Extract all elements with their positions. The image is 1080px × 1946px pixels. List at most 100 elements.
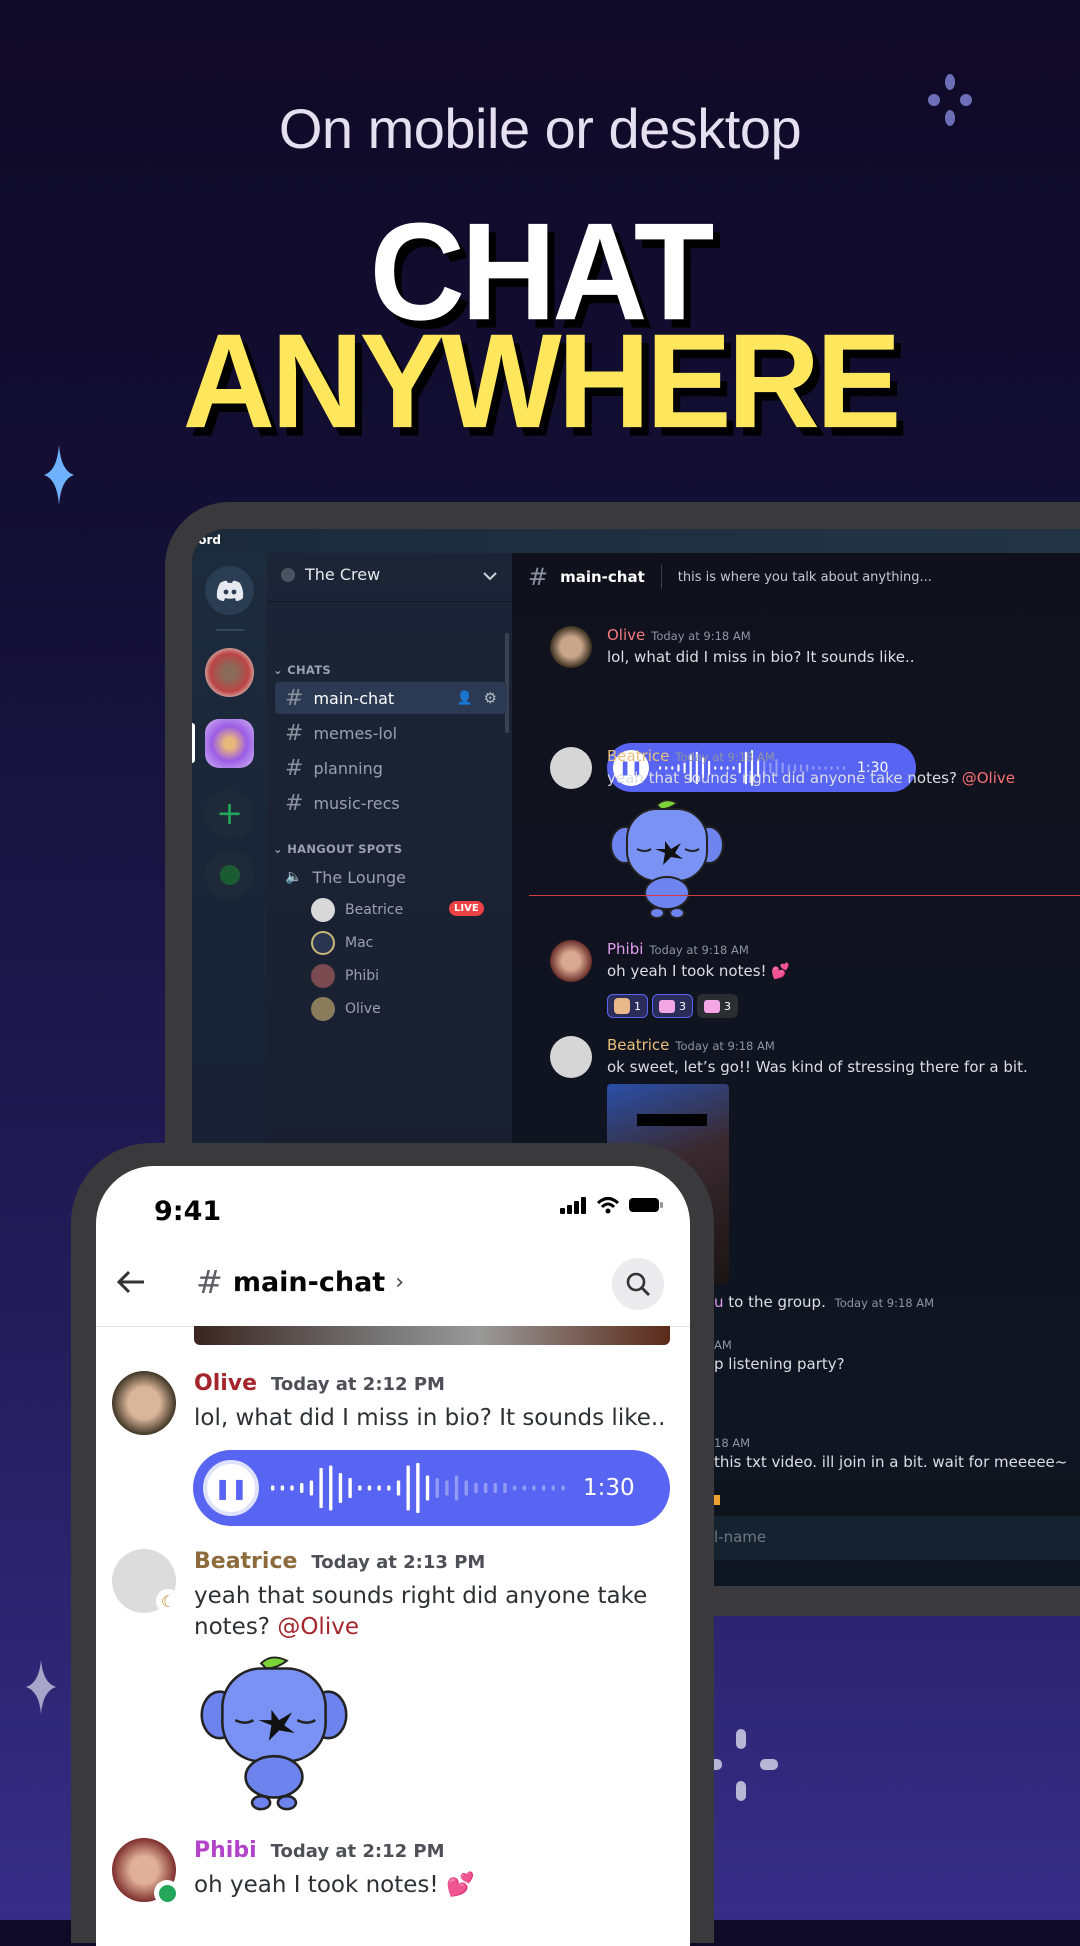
avatar xyxy=(112,1371,176,1435)
channel-planning[interactable]: # planning xyxy=(275,752,507,784)
channel-memes-lol[interactable]: # memes-lol xyxy=(275,717,507,749)
speaker-icon: 🔈 xyxy=(285,869,303,885)
search-button[interactable] xyxy=(612,1258,664,1310)
channel-topic: this is where you talk about anything... xyxy=(677,569,932,585)
channel-name: memes-lol xyxy=(313,723,398,743)
channel-name: planning xyxy=(313,758,383,778)
rail-divider xyxy=(216,629,244,631)
timestamp: Today at 9:18 AM xyxy=(651,629,751,643)
mention[interactable]: @Olive xyxy=(277,1614,359,1640)
waveform-bar xyxy=(309,1480,314,1496)
timestamp: Today at 2:12 PM xyxy=(270,1841,445,1862)
channel-title: main-chat xyxy=(560,568,645,586)
timestamp: 18 AM xyxy=(714,1436,751,1450)
author-name[interactable]: Phibi xyxy=(607,940,643,958)
gear-icon[interactable]: ⚙ xyxy=(484,689,497,707)
discover-button[interactable] xyxy=(205,850,254,899)
waveform[interactable] xyxy=(271,1463,571,1513)
timestamp: Today at 9:18 AM xyxy=(649,943,749,957)
timestamp: AM xyxy=(714,1338,732,1352)
wumpus-sticker xyxy=(200,1656,348,1811)
new-messages-divider xyxy=(529,895,1080,896)
voice-channel-the-lounge[interactable]: 🔈 The Lounge xyxy=(275,861,507,893)
mobile-app: 9:41 # main-chat › Olive Today at 2:12 PM… xyxy=(96,1166,690,1946)
chevron-down-icon[interactable] xyxy=(483,571,497,581)
user-name: Phibi xyxy=(345,968,379,984)
back-arrow-icon[interactable] xyxy=(116,1269,146,1295)
signal-icon xyxy=(560,1197,586,1214)
voice-user[interactable]: Phibi xyxy=(311,964,379,988)
waveform-bar xyxy=(387,1485,391,1491)
server-icon-the-crew[interactable] xyxy=(205,719,254,768)
hearts-emoji: 💕 xyxy=(445,1872,475,1898)
reaction-count: 3 xyxy=(679,999,686,1013)
system-message: u to the group. Today at 9:18 AM xyxy=(714,1293,934,1311)
pink-cat-emoji xyxy=(659,999,675,1013)
server-header[interactable]: The Crew xyxy=(281,565,380,584)
voice-user[interactable]: Beatrice xyxy=(311,898,403,922)
section-label: HANGOUT SPOTS xyxy=(287,842,403,856)
message-text: oh yeah I took notes! xyxy=(607,962,767,980)
waveform-bar xyxy=(329,1465,333,1511)
author-name[interactable]: Beatrice xyxy=(194,1549,297,1574)
message-text: lol, what did I miss in bio? It sounds l… xyxy=(607,648,915,666)
search-icon xyxy=(626,1272,650,1296)
add-server-button[interactable]: + xyxy=(205,790,254,839)
app-title: scord xyxy=(192,533,222,547)
wumpus-sticker xyxy=(610,799,724,919)
reaction[interactable]: 1 xyxy=(607,994,648,1018)
waveform-bar xyxy=(435,1478,439,1498)
channel-main-chat[interactable]: # main-chat 👤 ⚙ xyxy=(275,682,507,714)
reaction[interactable]: 3 xyxy=(697,994,738,1018)
battery-icon xyxy=(629,1198,663,1212)
hearts-emoji: 💕 xyxy=(771,962,790,980)
channel-name: main-chat xyxy=(313,688,395,708)
waveform-bar xyxy=(425,1475,430,1501)
selected-server-indicator xyxy=(192,723,195,763)
wifi-icon xyxy=(596,1197,620,1214)
waveform-bar xyxy=(445,1480,449,1496)
timestamp: Today at 9:18 AM xyxy=(675,1039,775,1053)
invite-icon[interactable]: 👤 xyxy=(457,691,473,706)
waveform-bar xyxy=(503,1483,507,1493)
voice-user[interactable]: Olive xyxy=(311,997,381,1021)
mention[interactable]: @Olive xyxy=(962,769,1015,787)
waveform-bar xyxy=(406,1465,410,1511)
waveform-bar xyxy=(454,1475,459,1501)
status-icons xyxy=(560,1196,664,1214)
channel-title-button[interactable]: # main-chat › xyxy=(196,1263,404,1301)
server-icon[interactable] xyxy=(205,648,254,697)
image-attachment[interactable] xyxy=(194,1326,670,1345)
voice-user[interactable]: Mac xyxy=(311,931,373,955)
reaction-count: 1 xyxy=(634,999,641,1013)
waveform-bar xyxy=(416,1463,420,1513)
waveform-bar xyxy=(358,1485,362,1491)
author-name[interactable]: Phibi xyxy=(194,1838,257,1863)
user-name[interactable]: u xyxy=(714,1293,724,1311)
author-name[interactable]: Olive xyxy=(194,1371,257,1396)
discord-logo-icon xyxy=(216,580,243,601)
avatar xyxy=(550,626,592,668)
message-text: oh yeah I took notes! xyxy=(194,1872,439,1898)
author-name[interactable]: Olive xyxy=(607,626,645,644)
author-name[interactable]: Beatrice xyxy=(607,747,669,765)
timestamp: Today at 2:13 PM xyxy=(311,1552,486,1573)
avatar xyxy=(550,1036,592,1078)
author-name[interactable]: Beatrice xyxy=(607,1036,669,1054)
pause-button[interactable]: ❚❚ xyxy=(203,1460,259,1516)
reaction-count: 3 xyxy=(724,999,731,1013)
channel-name: music-recs xyxy=(313,793,400,813)
waveform-bar xyxy=(512,1485,517,1491)
waveform-bar xyxy=(561,1485,565,1491)
discord-home-button[interactable] xyxy=(205,566,254,615)
section-chats[interactable]: ⌄ CHATS xyxy=(273,663,331,677)
channel-music-recs[interactable]: # music-recs xyxy=(275,787,507,819)
section-hangout-spots[interactable]: ⌄ HANGOUT SPOTS xyxy=(273,842,402,856)
input-placeholder: l-name xyxy=(714,1528,767,1546)
hash-icon: # xyxy=(528,563,549,591)
hash-icon: # xyxy=(285,720,304,746)
waveform-bar xyxy=(493,1483,497,1493)
hash-icon: # xyxy=(285,790,304,816)
voice-message-player: ❚❚ 1:30 xyxy=(193,1450,670,1526)
reaction[interactable]: 3 xyxy=(652,994,693,1018)
